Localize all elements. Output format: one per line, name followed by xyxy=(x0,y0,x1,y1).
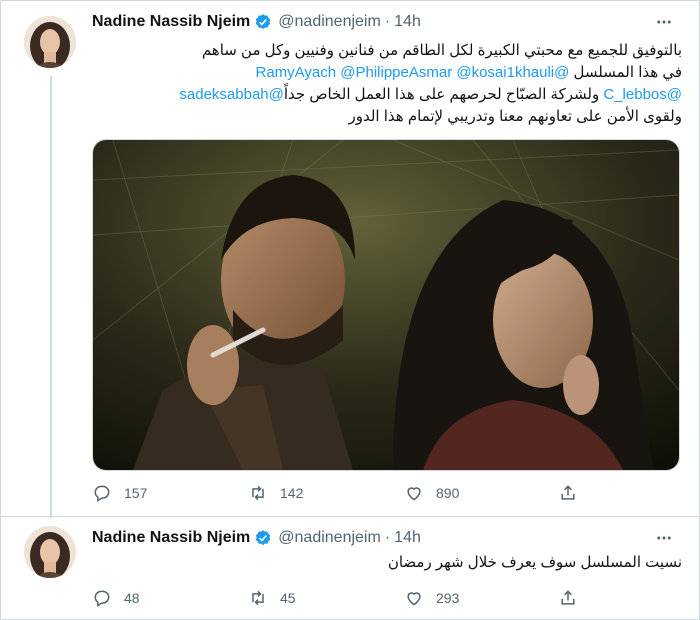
poster-illustration xyxy=(93,140,679,470)
more-icon[interactable] xyxy=(654,528,674,548)
like-icon xyxy=(407,487,421,501)
tweet[interactable]: Nadine Nassib Njeim @nadinenjeim · 14h ن… xyxy=(0,516,700,620)
retweet-icon xyxy=(252,485,264,501)
retweet-count: 142 xyxy=(280,485,304,501)
tweet-text-line: @C_lebbos ولشركة الصبّاح لحرصهم على هذا … xyxy=(179,86,682,103)
reply-icon xyxy=(94,485,110,502)
more-icon[interactable] xyxy=(654,12,674,32)
tweet-text-line: في هذا المسلسل @RamyAyach @PhilippeAsmar… xyxy=(255,64,682,81)
avatar[interactable] xyxy=(24,16,76,68)
mention-link[interactable]: @kosai1khauli xyxy=(456,64,554,81)
separator-dot: · xyxy=(384,13,391,30)
share-icon xyxy=(561,485,575,500)
verified-badge-icon xyxy=(256,530,271,546)
reply-button[interactable]: 157 xyxy=(92,481,147,505)
retweet-count: 45 xyxy=(280,590,296,606)
mention-link[interactable]: @sadeksabbah xyxy=(179,86,283,103)
separator-dot: · xyxy=(384,529,391,546)
tweet[interactable]: Nadine Nassib Njeim @nadinenjeim · 14h ب… xyxy=(0,0,700,518)
reply-count: 157 xyxy=(124,485,148,501)
tweet-actions: 157 142 890 xyxy=(92,481,652,505)
share-button[interactable] xyxy=(558,586,590,610)
like-count: 890 xyxy=(436,485,460,501)
share-icon xyxy=(561,590,575,605)
avatar[interactable] xyxy=(24,526,76,578)
tweet-actions: 48 45 293 xyxy=(92,586,652,610)
tweet-image[interactable] xyxy=(92,139,680,471)
tweet-text: بالتوفيق للجميع مع محبتي الكبيرة لكل الط… xyxy=(92,40,682,128)
author-name[interactable]: Nadine Nassib Njeim xyxy=(92,13,250,31)
reply-count: 48 xyxy=(124,590,140,606)
tweet-text-line: نسيت المسلسل سوف يعرف خلال شهر رمضان xyxy=(387,554,682,571)
like-count: 293 xyxy=(436,590,460,606)
tweet-time[interactable]: 14h xyxy=(394,529,421,547)
mention-link[interactable]: @PhilippeAsmar xyxy=(340,64,452,81)
retweet-button[interactable]: 45 xyxy=(248,586,296,610)
tweet-header: Nadine Nassib Njeim @nadinenjeim · 14h xyxy=(92,527,421,549)
author-handle[interactable]: @nadinenjeim xyxy=(278,529,381,547)
retweet-icon xyxy=(252,590,264,606)
tweet-text-line: ولقوى الأمن على تعاونهم معنا وتدريبي لإت… xyxy=(348,108,682,125)
author-name[interactable]: Nadine Nassib Njeim xyxy=(92,529,250,547)
reply-icon xyxy=(94,590,110,607)
verified-badge-icon xyxy=(256,14,271,30)
like-button[interactable]: 890 xyxy=(404,481,459,505)
reply-button[interactable]: 48 xyxy=(92,586,140,610)
like-icon xyxy=(407,592,421,606)
retweet-button[interactable]: 142 xyxy=(248,481,303,505)
tweet-header: Nadine Nassib Njeim @nadinenjeim · 14h xyxy=(92,11,421,33)
like-button[interactable]: 293 xyxy=(404,586,459,610)
share-button[interactable] xyxy=(558,481,590,505)
mention-link[interactable]: @C_lebbos xyxy=(603,86,682,103)
tweet-text: نسيت المسلسل سوف يعرف خلال شهر رمضان xyxy=(92,552,682,574)
tweet-text-line: بالتوفيق للجميع مع محبتي الكبيرة لكل الط… xyxy=(201,42,682,59)
thread-connector xyxy=(50,76,52,518)
author-handle[interactable]: @nadinenjeim xyxy=(278,13,381,31)
tweet-time[interactable]: 14h xyxy=(394,13,421,31)
